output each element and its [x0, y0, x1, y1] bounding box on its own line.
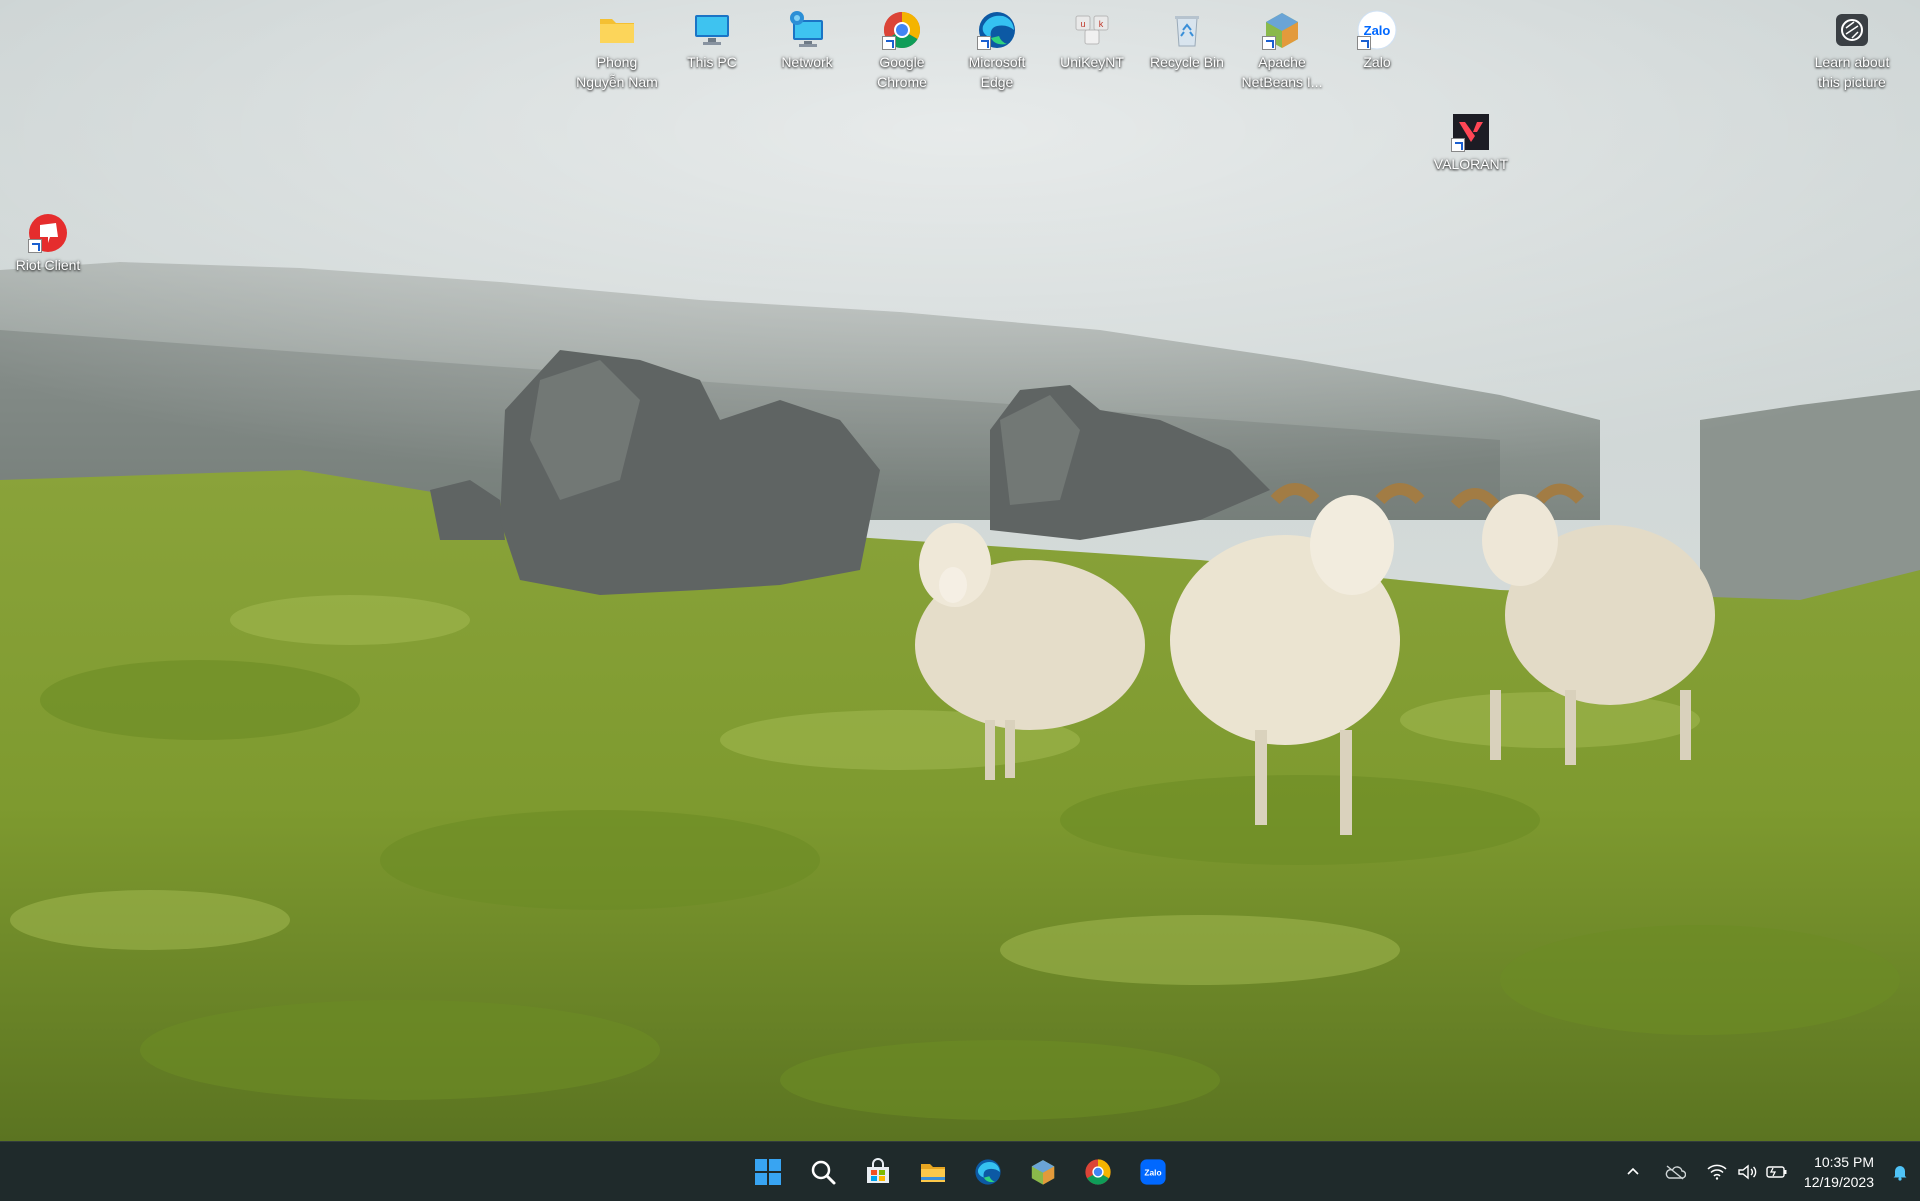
netbeans-icon: [1031, 1160, 1055, 1185]
battery-button[interactable]: [1764, 1159, 1790, 1185]
desktop-icon-label: VALORANT: [1433, 156, 1509, 172]
this-pc-icon: [692, 10, 732, 50]
edge-taskbar-button[interactable]: [964, 1148, 1012, 1196]
camera-icon: [1832, 10, 1872, 50]
zalo-icon: Zalo: [1140, 1159, 1166, 1185]
chrome-icon: [1085, 1159, 1111, 1185]
desktop-icon-edge[interactable]: Microsoft Edge: [949, 4, 1045, 92]
taskbar-apps: Zalo: [744, 1148, 1177, 1196]
desktop-icon-chrome[interactable]: Google Chrome: [854, 4, 950, 92]
network-status-button[interactable]: [1704, 1159, 1730, 1185]
desktop-icon-this-pc[interactable]: This PC: [664, 4, 760, 72]
desktop-icon-learn-about-picture[interactable]: Learn about this picture: [1804, 4, 1900, 92]
desktop-icon-folder[interactable]: Phong Nguyễn Nam: [569, 4, 665, 92]
unikey-icon: uk: [1072, 10, 1112, 50]
system-tray: 10:35 PM 12/19/2023: [1618, 1142, 1920, 1201]
desktop-icon-riot-client[interactable]: Riot Client: [0, 207, 96, 275]
zalo-icon: Zalo: [1357, 10, 1397, 50]
clock-time: 10:35 PM: [1814, 1153, 1874, 1170]
chrome-icon: [882, 10, 922, 50]
svg-text:u: u: [1080, 19, 1085, 29]
bell-icon: [1893, 1165, 1907, 1181]
desktop-icon-label: Apache NetBeans I...: [1241, 54, 1323, 90]
file-explorer-button[interactable]: [909, 1148, 957, 1196]
windows-start-icon: [755, 1159, 781, 1185]
desktop-icon-netbeans[interactable]: Apache NetBeans I...: [1234, 4, 1330, 92]
wifi-icon: [1707, 1164, 1727, 1180]
battery-icon: [1766, 1165, 1787, 1178]
shortcut-arrow-icon: [1357, 36, 1371, 50]
netbeans-taskbar-button[interactable]: [1019, 1148, 1067, 1196]
microsoft-store-button[interactable]: [854, 1148, 902, 1196]
desktop-icon-recycle-bin[interactable]: Recycle Bin: [1139, 4, 1235, 72]
zalo-logo-text: Zalo: [1144, 1168, 1161, 1178]
onedrive-icon: [1665, 1164, 1686, 1180]
file-explorer-icon: [921, 1164, 945, 1182]
shortcut-arrow-icon: [977, 36, 991, 50]
svg-text:k: k: [1099, 19, 1104, 29]
microsoft-store-icon: [867, 1158, 889, 1183]
desktop-icon-network[interactable]: Network: [759, 4, 855, 72]
folder-icon: [597, 10, 637, 50]
desktop-icon-label: Microsoft Edge: [968, 54, 1026, 90]
show-hidden-icons-button[interactable]: [1620, 1159, 1646, 1185]
taskbar-clock[interactable]: 10:35 PM 12/19/2023: [1792, 1152, 1884, 1192]
netbeans-icon: [1262, 10, 1302, 50]
wallpaper-image: [0, 0, 1920, 1141]
zalo-taskbar-button[interactable]: Zalo: [1129, 1148, 1177, 1196]
search-button[interactable]: [799, 1148, 847, 1196]
chrome-taskbar-button[interactable]: [1074, 1148, 1122, 1196]
desktop-icon-valorant[interactable]: VALORANT: [1423, 106, 1519, 174]
desktop-icon-label: Learn about this picture: [1814, 54, 1890, 90]
shortcut-arrow-icon: [1451, 138, 1465, 152]
desktop-icon-zalo[interactable]: Zalo Zalo: [1329, 4, 1425, 72]
shortcut-arrow-icon: [28, 239, 42, 253]
riot-client-icon: [28, 213, 68, 253]
desktop-icon-label: This PC: [687, 54, 737, 70]
volume-button[interactable]: [1734, 1159, 1760, 1185]
onedrive-button[interactable]: [1662, 1159, 1688, 1185]
desktop-icon-label: Google Chrome: [877, 54, 927, 90]
volume-icon: [1738, 1164, 1757, 1179]
desktop-icon-label: Phong Nguyễn Nam: [576, 54, 658, 90]
desktop-icon-label: UniKeyNT: [1060, 54, 1124, 70]
desktop-icon-unikey[interactable]: uk UniKeyNT: [1044, 4, 1140, 72]
network-icon: [787, 10, 827, 50]
recycle-bin-icon: [1167, 10, 1207, 50]
taskbar: Zalo 10:35 PM 12/19/2023: [0, 1141, 1920, 1201]
shortcut-arrow-icon: [882, 36, 896, 50]
valorant-icon: [1451, 112, 1491, 152]
search-icon: [811, 1160, 836, 1185]
desktop-icon-label: Recycle Bin: [1150, 54, 1224, 70]
desktop-wallpaper: [0, 0, 1920, 1141]
start-button[interactable]: [744, 1148, 792, 1196]
chevron-up-icon: [1627, 1167, 1639, 1175]
edge-icon: [977, 10, 1017, 50]
shortcut-arrow-icon: [1262, 36, 1276, 50]
desktop-icon-label: Zalo: [1363, 54, 1391, 70]
edge-icon: [975, 1159, 1001, 1185]
desktop-icon-label: Network: [781, 54, 833, 70]
notification-button[interactable]: [1884, 1156, 1916, 1188]
clock-date: 12/19/2023: [1803, 1173, 1874, 1190]
desktop-icon-label: Riot Client: [15, 257, 81, 273]
